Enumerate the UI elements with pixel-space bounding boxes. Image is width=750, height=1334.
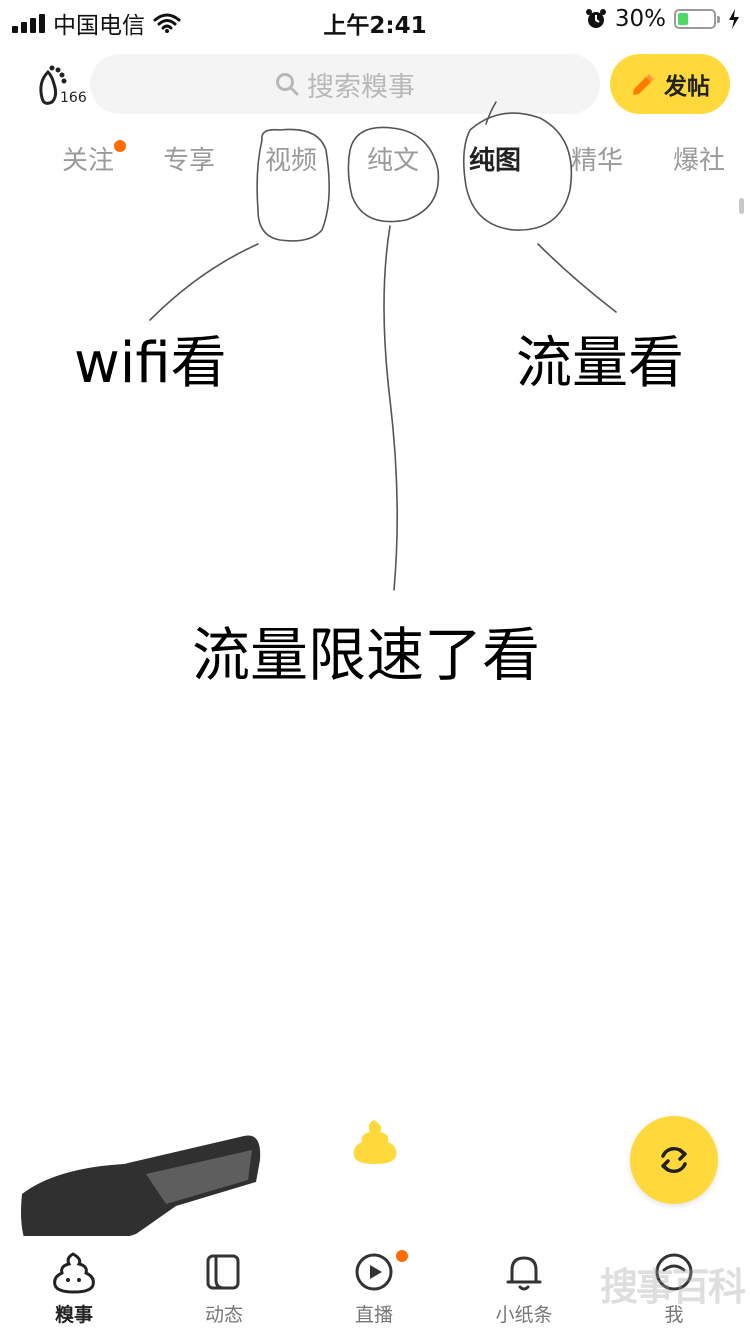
nav-item-live[interactable]: 直播 [324,1250,424,1327]
tab-follow[interactable]: 关注 [62,140,127,177]
tab-exclusive[interactable]: 专享 [163,140,215,177]
annotation-throttled: 流量限速了看 [192,621,541,689]
annotation-wifi: wifi看 [74,331,227,396]
nav-label: 糗事 [54,1304,93,1326]
tab-label: 精华 [571,146,624,176]
bell-icon [506,1256,542,1291]
tab-featured[interactable]: 精华 [571,140,623,177]
search-icon [276,73,299,96]
line-wifi [149,243,259,321]
tab-follow-badge [114,140,127,152]
tab-label: 纯图 [469,146,522,176]
alarm-icon [585,9,606,28]
tab-hot[interactable]: 爆社 [673,140,725,177]
tab-label: 视频 [265,146,318,176]
refresh-icon [661,1146,687,1174]
poop-icon [353,1120,397,1164]
tab-text[interactable]: 纯文 [367,140,419,177]
line-data [537,243,617,313]
nav-label: 直播 [354,1304,393,1326]
tab-image[interactable]: 纯图 [469,140,522,177]
nav-label: 动态 [204,1304,243,1326]
pencil-icon [633,74,654,95]
play-icon [355,1253,393,1291]
book-icon [206,1254,240,1290]
search-placeholder: 搜索糗事 [307,71,415,103]
line-throttled [383,225,398,591]
tab-label: 专享 [163,146,216,176]
battery-icon [674,9,720,29]
battery-percent: 30% [614,6,666,32]
nav-live-badge [396,1250,408,1262]
charging-icon [729,9,739,29]
battery-fill [678,13,688,25]
poop-icon [53,1252,95,1294]
post-button[interactable]: 发帖 [610,54,730,114]
nav-item-qiushi[interactable]: 糗事 [24,1250,124,1327]
status-bar: 中国电信 上午2:41 30% [0,0,750,40]
annotation-data: 流量看 [516,331,684,396]
status-right: 30% [585,6,740,32]
tab-label: 关注 [62,146,115,176]
header: 166 搜索糗事 发帖 [0,52,750,116]
search-input[interactable]: 搜索糗事 [90,54,600,114]
tab-label: 爆社 [673,146,726,176]
nav-label: 小纸条 [495,1304,553,1326]
tab-label: 纯文 [367,146,420,176]
category-tabs: 关注 专享 视频 纯文 纯图 精华 爆社 [0,140,750,184]
nav-item-moments[interactable]: 动态 [174,1250,274,1327]
watermark: 搜事百科 [600,1265,746,1309]
post-label: 发帖 [664,74,710,100]
nav-item-notes[interactable]: 小纸条 [474,1250,574,1327]
tab-video[interactable]: 视频 [265,140,317,177]
scroll-indicator [739,198,744,214]
refresh-button[interactable] [630,1116,718,1204]
logo-count: 166 [60,90,87,106]
